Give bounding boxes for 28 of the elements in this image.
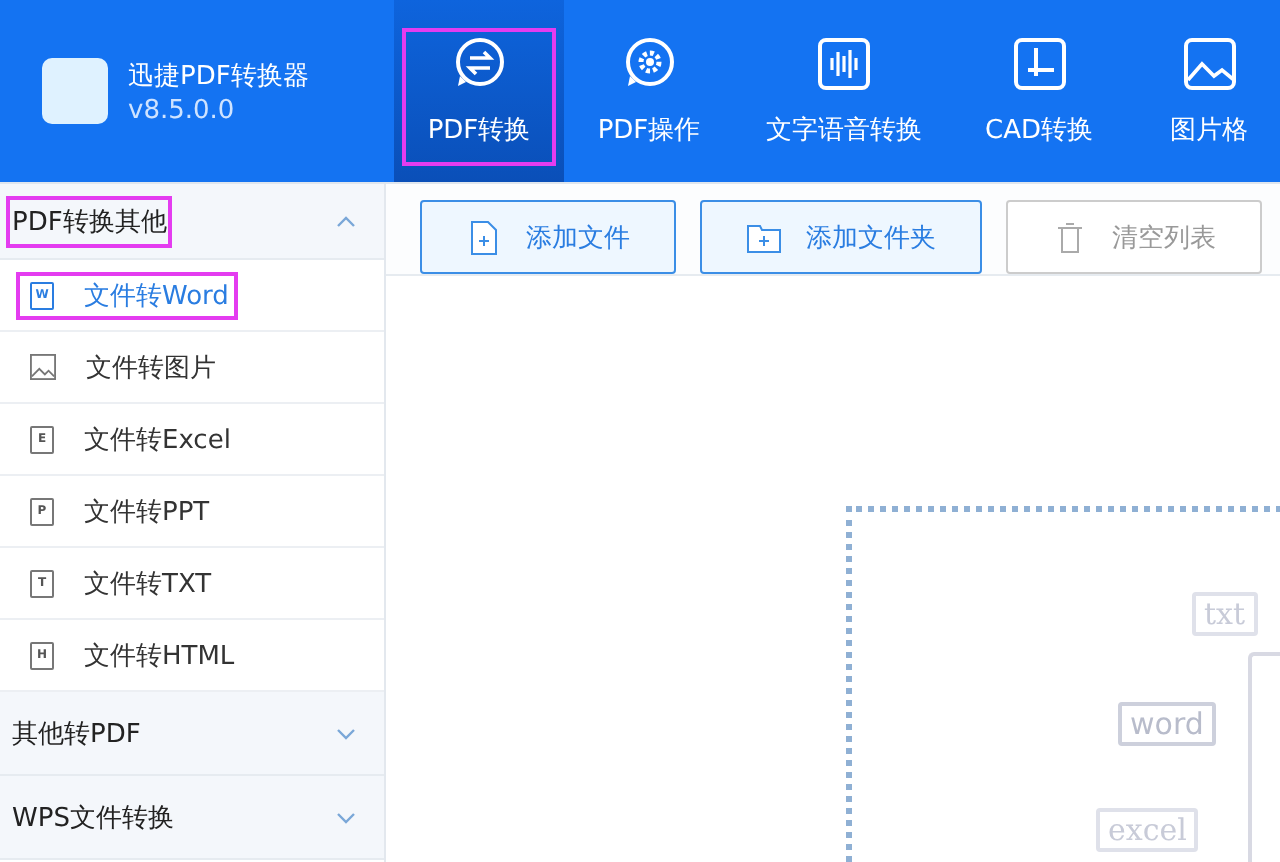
- chevron-down-icon: [336, 727, 356, 739]
- sound-wave-icon: [816, 35, 872, 91]
- image-icon: [1181, 35, 1237, 91]
- chevron-up-icon: [336, 215, 356, 227]
- cad-drawing-icon: [1011, 35, 1067, 91]
- toolbar-button[interactable]: 添加文件夹: [700, 200, 982, 274]
- image-icon: [30, 354, 56, 380]
- highlight-frame: 文件转图片: [16, 343, 226, 391]
- toolbar-button[interactable]: 添加文件: [420, 200, 676, 274]
- trash-icon: [1052, 219, 1088, 255]
- sidebar-group-header[interactable]: 其他转PDF: [0, 692, 384, 776]
- format-tag: word: [1118, 702, 1216, 746]
- nav-tab[interactable]: 文字语音转换: [734, 0, 954, 182]
- nav-tab[interactable]: PDF转换: [394, 0, 564, 182]
- nav-tab[interactable]: PDF操作: [564, 0, 734, 182]
- chevron-down-icon: [336, 811, 356, 823]
- add-file-icon: [466, 219, 502, 255]
- app-logo-icon: [42, 58, 108, 124]
- app-version: v8.5.0.0: [128, 95, 237, 125]
- sidebar-item[interactable]: 文件转图片: [0, 332, 384, 404]
- sidebar-group-header[interactable]: WPS文件转换: [0, 776, 384, 860]
- sidebar-group-header[interactable]: PDF转换其他: [0, 184, 384, 260]
- add-folder-icon: [746, 219, 782, 255]
- convert-arrows-icon: [451, 35, 507, 91]
- nav-tab[interactable]: 图片格: [1124, 0, 1280, 182]
- gear-icon: [621, 35, 677, 91]
- app-name: 迅捷PDF转换器: [128, 59, 309, 95]
- nav-tab[interactable]: CAD转换: [954, 0, 1124, 182]
